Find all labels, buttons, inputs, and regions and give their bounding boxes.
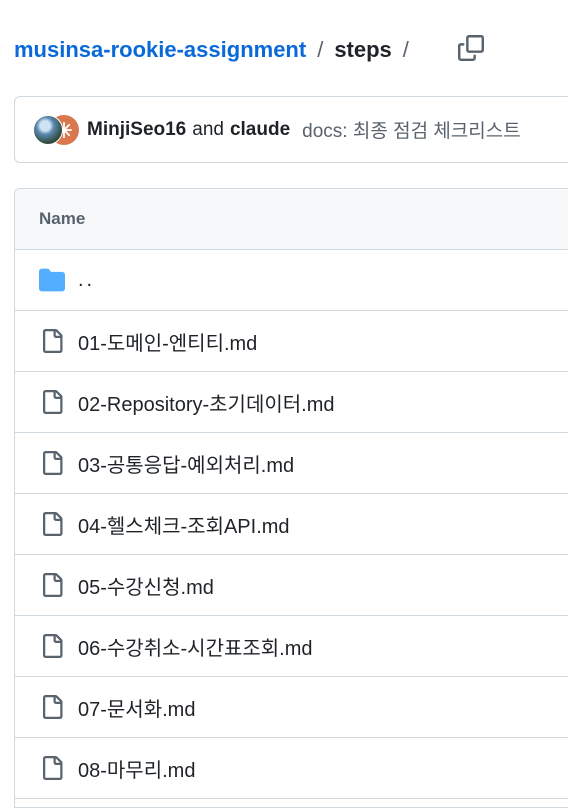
copy-path-button[interactable] — [456, 33, 486, 63]
file-link[interactable]: 04-헬스체크-조회API.md — [78, 510, 290, 539]
file-row[interactable]: 07-문서화.md — [15, 677, 568, 738]
commit-coauthor-link[interactable]: claude — [230, 119, 290, 141]
file-icon — [39, 389, 65, 415]
file-link[interactable]: 08-마무리.md — [78, 754, 195, 783]
file-row[interactable]: 05-수강신청.md — [15, 555, 568, 616]
file-icon — [39, 633, 65, 659]
breadcrumb-separator-trailing: / — [402, 37, 409, 62]
file-row[interactable]: 08-마무리.md — [15, 738, 568, 799]
commit-message-link[interactable]: docs: 최종 점검 체크리스트 — [302, 116, 521, 143]
file-row[interactable]: 01-도메인-엔티티.md — [15, 311, 568, 372]
current-directory: steps — [334, 37, 392, 62]
file-row[interactable]: 02-Repository-초기데이터.md — [15, 372, 568, 433]
latest-commit-bar: MinjiSeo16 and claude docs: 최종 점검 체크리스트 — [14, 96, 568, 163]
copy-icon — [458, 35, 484, 61]
breadcrumb-separator: / — [317, 37, 324, 62]
file-icon — [39, 450, 65, 476]
author-avatars — [33, 114, 79, 146]
file-row[interactable]: 04-헬스체크-조회API.md — [15, 494, 568, 555]
file-link[interactable]: 01-도메인-엔티티.md — [78, 327, 257, 356]
file-icon — [39, 694, 65, 720]
avatar[interactable] — [33, 114, 63, 145]
file-link[interactable]: 03-공통응답-예외처리.md — [78, 449, 294, 478]
file-link[interactable]: 05-수강신청.md — [78, 571, 214, 600]
file-row[interactable]: 06-수강취소-시간표조회.md — [15, 616, 568, 677]
file-list-table: Name .. 01-도메인-엔티티.md 02-Repository-초기데이… — [14, 188, 568, 808]
commit-author-link[interactable]: MinjiSeo16 — [87, 119, 186, 141]
parent-directory-row[interactable]: .. — [15, 250, 568, 311]
folder-icon — [39, 267, 65, 293]
breadcrumb: musinsa-rookie-assignment / steps / — [14, 30, 420, 70]
parent-directory-link[interactable]: .. — [78, 269, 95, 292]
column-header-name: Name — [39, 209, 86, 228]
file-link[interactable]: 07-문서화.md — [78, 693, 195, 722]
commit-author-conjunction: and — [192, 118, 224, 140]
file-link[interactable]: 02-Repository-초기데이터.md — [78, 388, 335, 417]
file-row[interactable]: 03-공통응답-예외처리.md — [15, 433, 568, 494]
table-header: Name — [15, 189, 568, 250]
file-icon — [39, 328, 65, 354]
file-icon — [39, 755, 65, 781]
file-icon — [39, 511, 65, 537]
file-icon — [39, 572, 65, 598]
file-link[interactable]: 06-수강취소-시간표조회.md — [78, 632, 313, 661]
repo-link[interactable]: musinsa-rookie-assignment — [14, 37, 306, 63]
